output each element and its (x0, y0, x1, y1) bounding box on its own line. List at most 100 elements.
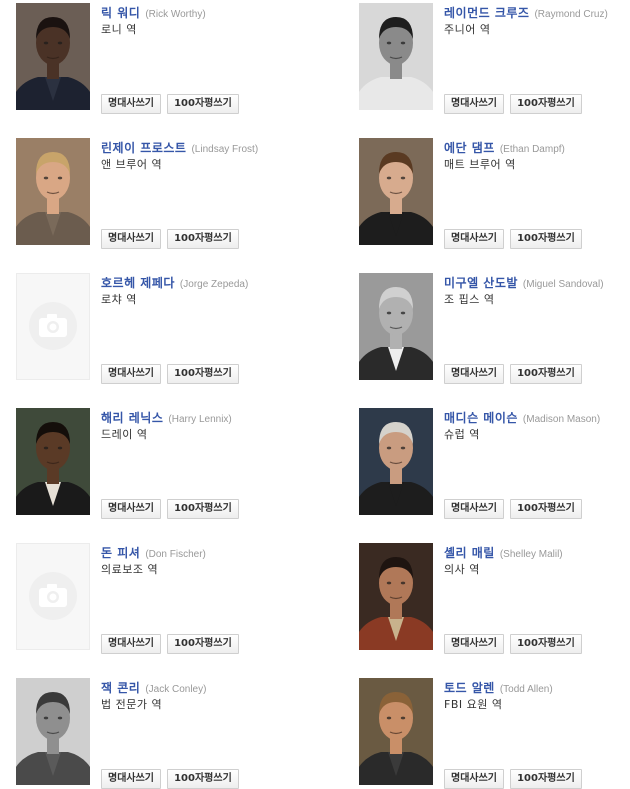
actor-english-name: (Harry Lennix) (168, 414, 232, 425)
actor-photo[interactable] (16, 678, 90, 785)
write-quote-button[interactable]: 명대사쓰기 (101, 769, 161, 789)
write-quote-button[interactable]: 명대사쓰기 (101, 229, 161, 249)
write-review-button[interactable]: 100자평쓰기 (510, 94, 582, 114)
actor-name-link[interactable]: 토드 알렌 (444, 681, 495, 695)
write-review-button[interactable]: 100자평쓰기 (167, 769, 239, 789)
write-review-button[interactable]: 100자평쓰기 (510, 499, 582, 519)
actor-photo[interactable] (359, 408, 433, 515)
role-text: 매트 브루어 역 (444, 158, 516, 171)
actor-name-link[interactable]: 레이먼드 크루즈 (444, 6, 529, 20)
write-review-button[interactable]: 100자평쓰기 (167, 364, 239, 384)
write-quote-button[interactable]: 명대사쓰기 (444, 364, 504, 384)
actor-name-link[interactable]: 호르헤 제페다 (101, 276, 175, 290)
actor-name-link[interactable]: 해리 레닉스 (101, 411, 163, 425)
actor-english-name: (Rick Worthy) (145, 9, 206, 20)
name-line: 릭 워디 (Rick Worthy) (101, 4, 316, 20)
role-text: 의료보조 역 (101, 563, 159, 576)
write-quote-button[interactable]: 명대사쓰기 (101, 94, 161, 114)
write-review-button[interactable]: 100자평쓰기 (167, 499, 239, 519)
actor-photo[interactable] (359, 3, 433, 110)
action-buttons: 명대사쓰기 100자평쓰기 (444, 226, 583, 249)
actor-photo[interactable] (359, 138, 433, 245)
cast-info: 셸리 매릴 (Shelley Malil) 의사 역 (444, 544, 630, 577)
write-quote-button[interactable]: 명대사쓰기 (444, 769, 504, 789)
name-line: 해리 레닉스 (Harry Lennix) (101, 409, 316, 425)
actor-english-name: (Shelley Malil) (499, 549, 563, 560)
actor-english-name: (Todd Allen) (499, 684, 553, 695)
role-text: 로챠 역 (101, 293, 137, 306)
write-review-button[interactable]: 100자평쓰기 (167, 634, 239, 654)
cast-card: 토드 알렌 (Todd Allen) FBI 요원 역 명대사쓰기 100자평쓰기 (359, 678, 630, 789)
cast-card: 셸리 매릴 (Shelley Malil) 의사 역 명대사쓰기 100자평쓰기 (359, 543, 630, 654)
role-text: FBI 요원 역 (444, 698, 503, 711)
role-text: 법 전문가 역 (101, 698, 163, 711)
cast-grid: 릭 워디 (Rick Worthy) 로니 역 명대사쓰기 100자평쓰기 레이먼… (0, 0, 630, 789)
action-buttons: 명대사쓰기 100자평쓰기 (444, 496, 583, 519)
write-review-button[interactable]: 100자평쓰기 (510, 769, 582, 789)
write-review-button[interactable]: 100자평쓰기 (167, 229, 239, 249)
write-review-button[interactable]: 100자평쓰기 (510, 364, 582, 384)
cast-card: 호르헤 제페다 (Jorge Zepeda) 로챠 역 명대사쓰기 100자평쓰기 (16, 273, 316, 384)
write-review-button[interactable]: 100자평쓰기 (510, 634, 582, 654)
action-buttons: 명대사쓰기 100자평쓰기 (101, 766, 240, 789)
cast-info: 잭 콘리 (Jack Conley) 법 전문가 역 (101, 679, 316, 712)
write-review-button[interactable]: 100자평쓰기 (167, 94, 239, 114)
actor-english-name: (Don Fischer) (145, 549, 206, 560)
role-text: 앤 브루어 역 (101, 158, 163, 171)
cast-info: 매디슨 메이슨 (Madison Mason) 슈럽 역 (444, 409, 630, 442)
write-quote-button[interactable]: 명대사쓰기 (101, 364, 161, 384)
action-buttons: 명대사쓰기 100자평쓰기 (444, 91, 583, 114)
name-line: 잭 콘리 (Jack Conley) (101, 679, 316, 695)
actor-english-name: (Jack Conley) (145, 684, 207, 695)
cast-card: 린제이 프로스트 (Lindsay Frost) 앤 브루어 역 명대사쓰기 10… (16, 138, 316, 249)
action-buttons: 명대사쓰기 100자평쓰기 (444, 631, 583, 654)
cast-info: 레이먼드 크루즈 (Raymond Cruz) 주니어 역 (444, 4, 630, 37)
actor-photo[interactable] (16, 408, 90, 515)
cast-info: 미구엘 산도발 (Miguel Sandoval) 조 핍스 역 (444, 274, 630, 307)
action-buttons: 명대사쓰기 100자평쓰기 (444, 361, 583, 384)
write-quote-button[interactable]: 명대사쓰기 (444, 634, 504, 654)
cast-card: 에단 댐프 (Ethan Dampf) 매트 브루어 역 명대사쓰기 100자평쓰… (359, 138, 630, 249)
actor-name-link[interactable]: 릭 워디 (101, 6, 140, 20)
write-quote-button[interactable]: 명대사쓰기 (444, 499, 504, 519)
actor-name-link[interactable]: 에단 댐프 (444, 141, 495, 155)
cast-card: 릭 워디 (Rick Worthy) 로니 역 명대사쓰기 100자평쓰기 (16, 3, 316, 114)
actor-english-name: (Lindsay Frost) (191, 144, 259, 155)
actor-photo[interactable] (359, 543, 433, 650)
cast-card: 매디슨 메이슨 (Madison Mason) 슈럽 역 명대사쓰기 100자평쓰… (359, 408, 630, 519)
write-review-button[interactable]: 100자평쓰기 (510, 229, 582, 249)
photo-placeholder-camera-icon (16, 543, 90, 650)
actor-photo[interactable] (16, 138, 90, 245)
cast-info: 토드 알렌 (Todd Allen) FBI 요원 역 (444, 679, 630, 712)
action-buttons: 명대사쓰기 100자평쓰기 (101, 496, 240, 519)
cast-card: 미구엘 산도발 (Miguel Sandoval) 조 핍스 역 명대사쓰기 10… (359, 273, 630, 384)
actor-name-link[interactable]: 셸리 매릴 (444, 546, 495, 560)
action-buttons: 명대사쓰기 100자평쓰기 (101, 226, 240, 249)
actor-name-link[interactable]: 린제이 프로스트 (101, 141, 186, 155)
cast-card: 돈 피셔 (Don Fischer) 의료보조 역 명대사쓰기 100자평쓰기 (16, 543, 316, 654)
write-quote-button[interactable]: 명대사쓰기 (444, 229, 504, 249)
cast-card: 레이먼드 크루즈 (Raymond Cruz) 주니어 역 명대사쓰기 100자평… (359, 3, 630, 114)
actor-photo[interactable] (359, 678, 433, 785)
actor-name-link[interactable]: 잭 콘리 (101, 681, 140, 695)
cast-card: 잭 콘리 (Jack Conley) 법 전문가 역 명대사쓰기 100자평쓰기 (16, 678, 316, 789)
name-line: 린제이 프로스트 (Lindsay Frost) (101, 139, 316, 155)
cast-info: 릭 워디 (Rick Worthy) 로니 역 (101, 4, 316, 37)
name-line: 미구엘 산도발 (Miguel Sandoval) (444, 274, 630, 290)
role-text: 주니어 역 (444, 23, 491, 36)
actor-name-link[interactable]: 돈 피셔 (101, 546, 140, 560)
actor-photo[interactable] (16, 3, 90, 110)
write-quote-button[interactable]: 명대사쓰기 (101, 634, 161, 654)
write-quote-button[interactable]: 명대사쓰기 (444, 94, 504, 114)
actor-english-name: (Madison Mason) (522, 414, 601, 425)
actor-photo[interactable] (359, 273, 433, 380)
cast-info: 린제이 프로스트 (Lindsay Frost) 앤 브루어 역 (101, 139, 316, 172)
actor-name-link[interactable]: 미구엘 산도발 (444, 276, 518, 290)
name-line: 매디슨 메이슨 (Madison Mason) (444, 409, 630, 425)
actor-english-name: (Raymond Cruz) (534, 9, 608, 20)
role-text: 의사 역 (444, 563, 480, 576)
cast-info: 돈 피셔 (Don Fischer) 의료보조 역 (101, 544, 316, 577)
write-quote-button[interactable]: 명대사쓰기 (101, 499, 161, 519)
actor-name-link[interactable]: 매디슨 메이슨 (444, 411, 518, 425)
role-text: 슈럽 역 (444, 428, 480, 441)
